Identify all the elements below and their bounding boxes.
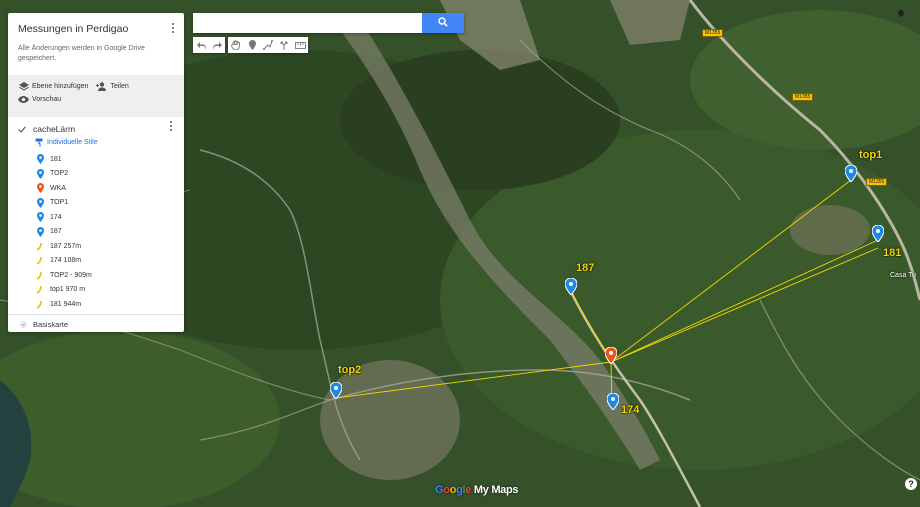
preview-button[interactable]: Vorschau	[18, 95, 61, 104]
map-title[interactable]: Messungen in Perdigao	[18, 23, 174, 35]
search-input[interactable]	[193, 13, 422, 33]
search-icon	[438, 14, 448, 32]
list-item[interactable]: 174 108m	[18, 254, 174, 269]
line-icon	[35, 270, 45, 281]
list-item[interactable]: 181 944m	[18, 297, 174, 312]
marker-label-top2: top2	[338, 364, 362, 376]
list-item-label: 174	[50, 213, 62, 221]
marker-top2[interactable]	[330, 382, 342, 399]
marker-187[interactable]	[565, 278, 577, 295]
pan-tool-button[interactable]	[228, 37, 244, 53]
history-group	[193, 37, 225, 53]
search-bar	[193, 13, 464, 33]
marker-label-top1: top1	[859, 149, 883, 161]
list-item-label: 174 108m	[50, 257, 82, 265]
directions-button[interactable]	[276, 37, 292, 53]
list-item[interactable]: 187	[18, 225, 174, 240]
list-item-label: top1 970 m	[50, 286, 86, 294]
list-item-label: 181	[50, 155, 62, 163]
redo-button[interactable]	[209, 37, 225, 53]
tools-group	[228, 37, 308, 53]
list-item[interactable]: 174	[18, 210, 174, 225]
list-item[interactable]: 181	[18, 152, 174, 167]
paint-roller-icon	[35, 138, 44, 147]
style-link[interactable]: Individuelle Stile	[35, 135, 174, 149]
orange-pin-icon	[35, 183, 45, 194]
draw-line-button[interactable]	[260, 37, 276, 53]
marker-icon	[248, 40, 256, 50]
location-icon[interactable]	[896, 8, 906, 18]
layer-items: 181 TOP2 WKA TOP1 174 187 187 257m 174 1…	[18, 152, 174, 312]
road-label: M1355	[792, 93, 814, 101]
blue-pin-icon	[35, 168, 45, 179]
preview-label: Vorschau	[32, 96, 62, 103]
blue-pin-icon	[35, 197, 45, 208]
list-item-label: 187	[50, 228, 62, 236]
share-label: Teilen	[110, 83, 129, 90]
eye-icon	[18, 95, 29, 104]
marker-wka[interactable]	[605, 347, 617, 364]
ruler-icon	[294, 41, 306, 49]
list-item-label: TOP2	[50, 170, 69, 178]
add-marker-button[interactable]	[244, 37, 260, 53]
layers-icon	[18, 82, 29, 91]
draw-line-icon	[263, 40, 273, 50]
marker-top1[interactable]	[845, 165, 857, 182]
chevron-down-icon	[20, 320, 27, 328]
help-button[interactable]: ?	[905, 478, 917, 490]
marker-174[interactable]	[607, 393, 619, 410]
more-vert-icon[interactable]	[170, 23, 176, 35]
list-item-label: TOP1	[50, 199, 69, 207]
search-button[interactable]	[422, 13, 464, 33]
blue-pin-icon	[35, 212, 45, 223]
measure-button[interactable]	[292, 37, 308, 53]
list-item[interactable]: top1 970 m	[18, 283, 174, 298]
list-item[interactable]: TOP2	[18, 167, 174, 182]
layer-name[interactable]: cacheLärm	[33, 124, 75, 134]
redo-icon	[212, 41, 222, 49]
hand-icon	[231, 40, 241, 50]
list-item[interactable]: TOP2 - 909m	[18, 268, 174, 283]
list-item-label: 187 257m	[50, 242, 82, 250]
layer-more-vert-icon[interactable]	[168, 121, 174, 133]
save-note: Alle Änderungen werden in Google Drive g…	[18, 45, 145, 62]
list-item-label: WKA	[50, 184, 66, 192]
list-item[interactable]: TOP1	[18, 196, 174, 211]
google-my-maps-logo: Google My Maps	[435, 484, 519, 496]
marker-label-187: 187	[576, 262, 595, 274]
list-item-label: 181 944m	[50, 300, 82, 308]
panel-actions: Ebene hinzufügen Teilen Vorschau	[8, 75, 184, 117]
style-link-label: Individuelle Stile	[47, 138, 98, 146]
basemap-label: Basiskarte	[33, 319, 69, 329]
line-icon	[35, 255, 45, 266]
panel-header: Messungen in Perdigao Alle Änderungen we…	[8, 13, 184, 75]
add-layer-button[interactable]: Ebene hinzufügen	[18, 82, 88, 91]
layer-cachelaerm: cacheLärm Individuelle Stile 181 TOP2 WK…	[8, 117, 184, 315]
list-item[interactable]: WKA	[18, 181, 174, 196]
marker-181[interactable]	[872, 225, 884, 242]
undo-button[interactable]	[193, 37, 209, 53]
basemap-toggle[interactable]: Basiskarte	[8, 315, 184, 332]
map-toolbar	[193, 37, 311, 53]
add-person-icon	[96, 82, 107, 91]
line-icon	[35, 284, 45, 295]
undo-icon	[196, 41, 206, 49]
place-label: Casa Tu	[890, 272, 917, 279]
layer-visibility-checkbox[interactable]	[18, 125, 27, 134]
add-layer-label: Ebene hinzufügen	[32, 83, 89, 90]
share-button[interactable]: Teilen	[96, 82, 129, 91]
blue-pin-icon	[35, 226, 45, 237]
marker-label-181: 181	[883, 247, 902, 259]
marker-label-174: 174	[621, 404, 640, 416]
line-icon	[35, 299, 45, 310]
road-label: M1355	[702, 29, 724, 37]
list-item[interactable]: 187 257m	[18, 239, 174, 254]
map-panel: Messungen in Perdigao Alle Änderungen we…	[8, 13, 184, 332]
road-label: M1355	[866, 178, 888, 186]
line-icon	[35, 241, 45, 252]
blue-pin-icon	[35, 154, 45, 165]
list-item-label: TOP2 - 909m	[50, 271, 92, 279]
directions-icon	[279, 40, 289, 50]
